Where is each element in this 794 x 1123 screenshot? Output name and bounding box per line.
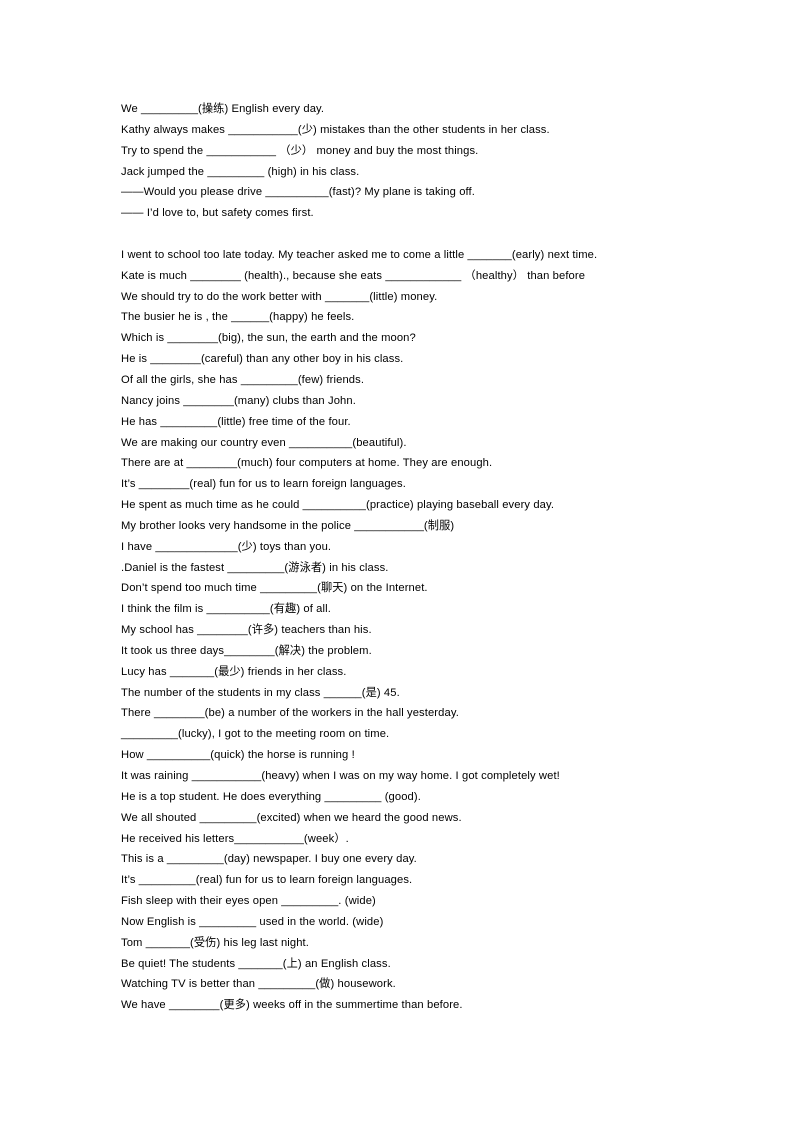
exercise-line: My school has ________(许多) teachers than…	[121, 624, 372, 637]
exercise-line: We _________(操练) English every day.	[121, 103, 325, 115]
exercise-line: Nancy joins ________(many) clubs than Jo…	[121, 394, 356, 407]
exercise-line: Kate is much ________ (health)., because…	[121, 269, 586, 282]
exercise-line: We should try to do the work better with…	[121, 290, 438, 303]
exercise-line: We are making our country even _________…	[121, 436, 407, 449]
exercise-line: There are at ________(much) four compute…	[121, 457, 493, 470]
exercise-line: How __________(quick) the horse is runni…	[121, 749, 355, 762]
exercise-line: Don’t spend too much time _________(聊天) …	[121, 582, 428, 595]
exercise-line: ——Would you please drive __________(fast…	[121, 186, 475, 199]
exercise-line: We all shouted _________(excited) when w…	[121, 811, 462, 824]
exercise-line: We have ________(更多) weeks off in the su…	[121, 999, 463, 1012]
exercise-line: I have _____________(少) toys than you.	[121, 540, 332, 553]
exercise-line: Try to spend the ___________ （少） money a…	[121, 144, 479, 157]
exercise-line: Lucy has _______(最少) friends in her clas…	[121, 665, 347, 678]
exercise-line: Now English is _________ used in the wor…	[121, 915, 384, 928]
exercise-line: He is a top student. He does everything …	[121, 790, 421, 803]
exercise-line: It’s ________(real) fun for us to learn …	[121, 478, 406, 491]
exercise-line: .Daniel is the fastest _________(游泳者) in…	[121, 561, 389, 574]
exercise-line: Watching TV is better than _________(做) …	[121, 978, 396, 991]
exercise-line: Which is ________(big), the sun, the ear…	[121, 332, 416, 345]
exercise-line: —— I’d love to, but safety comes first.	[121, 207, 314, 220]
worksheet-body: We _________(操练) English every day. Kathy…	[121, 99, 721, 1016]
exercise-line: He is ________(careful) than any other b…	[121, 353, 404, 366]
exercise-line: He has _________(little) free time of th…	[121, 415, 351, 428]
exercise-line: Of all the girls, she has _________(few)…	[121, 373, 365, 386]
exercise-line: He spent as much time as he could ______…	[121, 499, 555, 512]
page-canvas: We _________(操练) English every day. Kathy…	[0, 0, 794, 1123]
exercise-line: It took us three days________(解决) the pr…	[121, 644, 372, 657]
exercise-line: The number of the students in my class _…	[121, 686, 400, 699]
exercise-line: The busier he is , the ______(happy) he …	[121, 311, 355, 324]
exercise-line: Jack jumped the _________ (high) in his …	[121, 165, 360, 178]
exercise-line: _________(lucky), I got to the meeting r…	[121, 728, 390, 741]
exercise-line: Be quiet! The students _______(上) an Eng…	[121, 957, 391, 970]
exercise-line: I think the film is __________(有趣) of al…	[121, 603, 331, 616]
exercise-line: It was raining ___________(heavy) when I…	[121, 770, 560, 782]
exercise-line: My brother looks very handsome in the po…	[121, 519, 455, 532]
exercise-line: He received his letters___________(week）…	[121, 832, 349, 845]
exercise-line: I went to school too late today. My teac…	[121, 248, 598, 261]
exercise-line: This is a _________(day) newspaper. I bu…	[121, 853, 417, 866]
exercise-line: Tom _______(受伤) his leg last night.	[121, 936, 309, 949]
exercise-line: There ________(be) a number of the worke…	[121, 707, 459, 720]
exercise-line: It’s _________(real) fun for us to learn…	[121, 874, 413, 887]
exercise-line: Fish sleep with their eyes open ________…	[121, 895, 376, 908]
exercise-line: Kathy always makes ___________(少) mistak…	[121, 123, 550, 136]
